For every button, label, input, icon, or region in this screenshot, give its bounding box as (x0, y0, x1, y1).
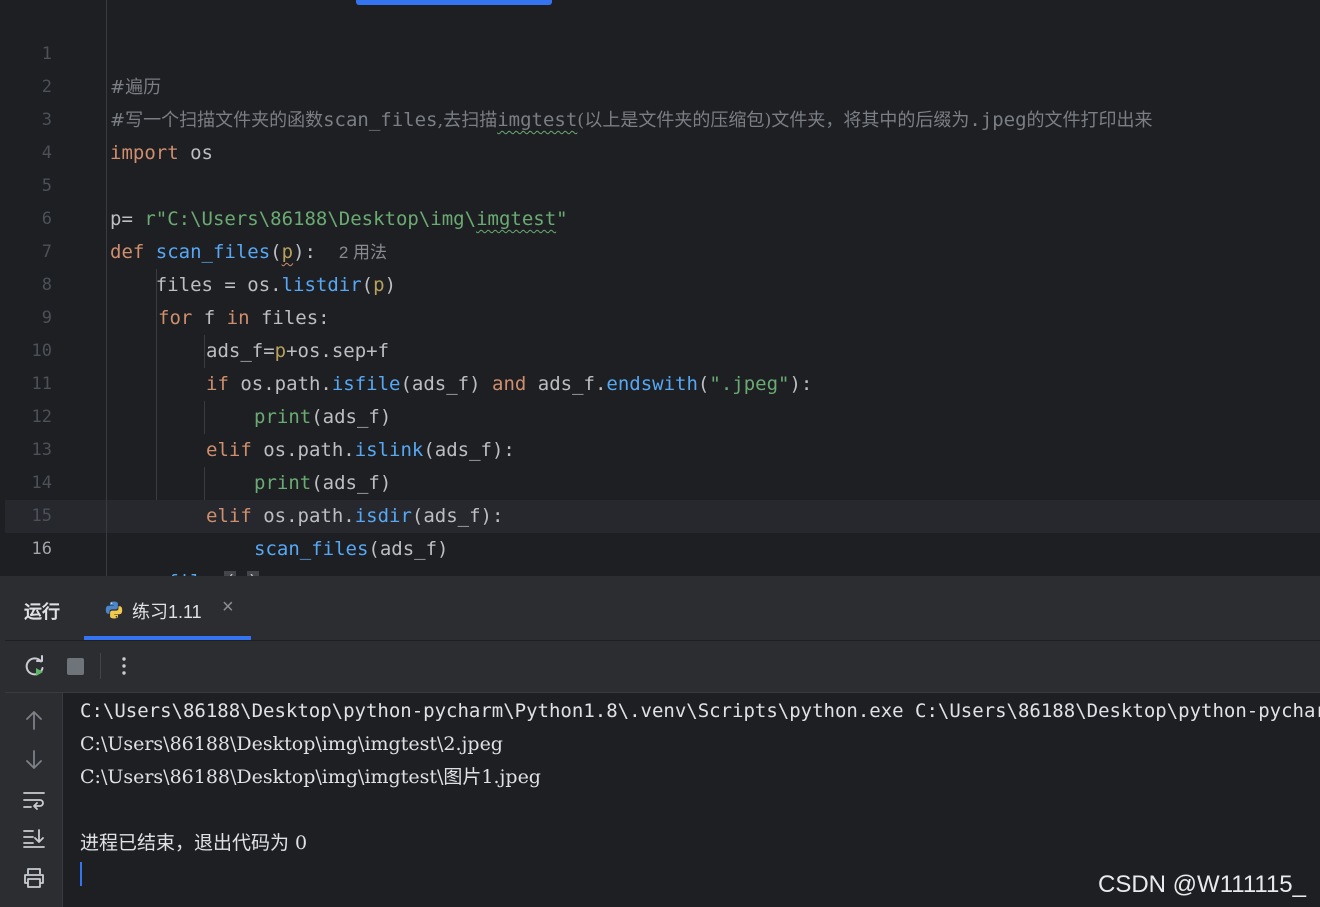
run-toolbar (5, 641, 1320, 693)
code-line-current[interactable]: 16 scan_files(p) (0, 500, 1320, 576)
line-number: 16 (31, 539, 52, 559)
scroll-to-end-icon[interactable] (21, 825, 47, 851)
run-tool-window-header: 运行 练习1.11 × (5, 576, 1320, 641)
print-icon[interactable] (21, 865, 47, 891)
more-options-icon[interactable] (110, 652, 138, 680)
code-line[interactable]: 3 import os (0, 71, 1320, 164)
console-line: C:\Users\86188\Desktop\img\imgtest\图片1.j… (80, 766, 541, 788)
code-line[interactable]: 5 p= r"C:\Users\86188\Desktop\img\imgtes… (0, 137, 1320, 230)
console-side-toolbar (5, 693, 63, 907)
code-line[interactable]: 12 elif os.path.islink(ads_f): (0, 368, 1320, 461)
run-config-tab[interactable]: 练习1.11 × (84, 576, 251, 640)
code-line[interactable]: 4 (0, 104, 1320, 163)
function-call: scan_files (254, 538, 369, 560)
code-line[interactable]: 15 scan_files(ads_f) (0, 467, 1320, 560)
run-tab-label: 练习1.11 (132, 602, 202, 622)
console-line: C:\Users\86188\Desktop\python-pycharm\Py… (80, 700, 1320, 722)
code-line[interactable]: 9 ads_f=p+os.sep+f (0, 269, 1320, 362)
code-text: scan_files(ads_f) (254, 533, 448, 566)
close-icon[interactable]: × (222, 596, 234, 619)
active-tab-indicator (84, 636, 251, 640)
arrow-down-icon[interactable] (21, 747, 47, 773)
text-cursor (80, 862, 82, 886)
console-line: C:\Users\86188\Desktop\img\imgtest\2.jpe… (80, 733, 503, 755)
console-line: 进程已结束，退出代码为 0 (80, 832, 308, 854)
toolbar-separator (100, 653, 101, 679)
rerun-icon[interactable] (21, 652, 49, 680)
code-line[interactable]: 2 #写一个扫描文件夹的函数scan_files,去扫描imgtest(以上是文… (0, 38, 1320, 131)
code-line[interactable]: 11 print(ads_f) (0, 335, 1320, 428)
code-line[interactable]: 1 #遍历 (0, 5, 1320, 98)
code-line[interactable]: 14 elif os.path.isdir(ads_f): (0, 434, 1320, 527)
code-text: scan_files(p) (110, 566, 259, 576)
code-line[interactable]: 13 print(ads_f) (0, 401, 1320, 494)
code-line[interactable]: 6 def scan_files(p): 2 用法 (0, 170, 1320, 263)
code-line[interactable]: 7 files = os.listdir(p) (0, 203, 1320, 296)
watermark: CSDN @W111115_ (1098, 871, 1306, 898)
arrow-up-icon[interactable] (21, 707, 47, 733)
soft-wrap-icon[interactable] (21, 787, 47, 813)
code-line[interactable]: 8 for f in files: (0, 236, 1320, 329)
run-panel-title: 运行 (24, 602, 60, 622)
python-icon (104, 600, 124, 620)
identifier: (ads_f) (368, 538, 449, 560)
code-line[interactable]: 10 if os.path.isfile(ads_f) and ads_f.en… (0, 302, 1320, 395)
stop-icon[interactable] (61, 652, 89, 680)
code-editor[interactable]: 1 #遍历 2 #写一个扫描文件夹的函数scan_files,去扫描imgtes… (0, 0, 1320, 576)
